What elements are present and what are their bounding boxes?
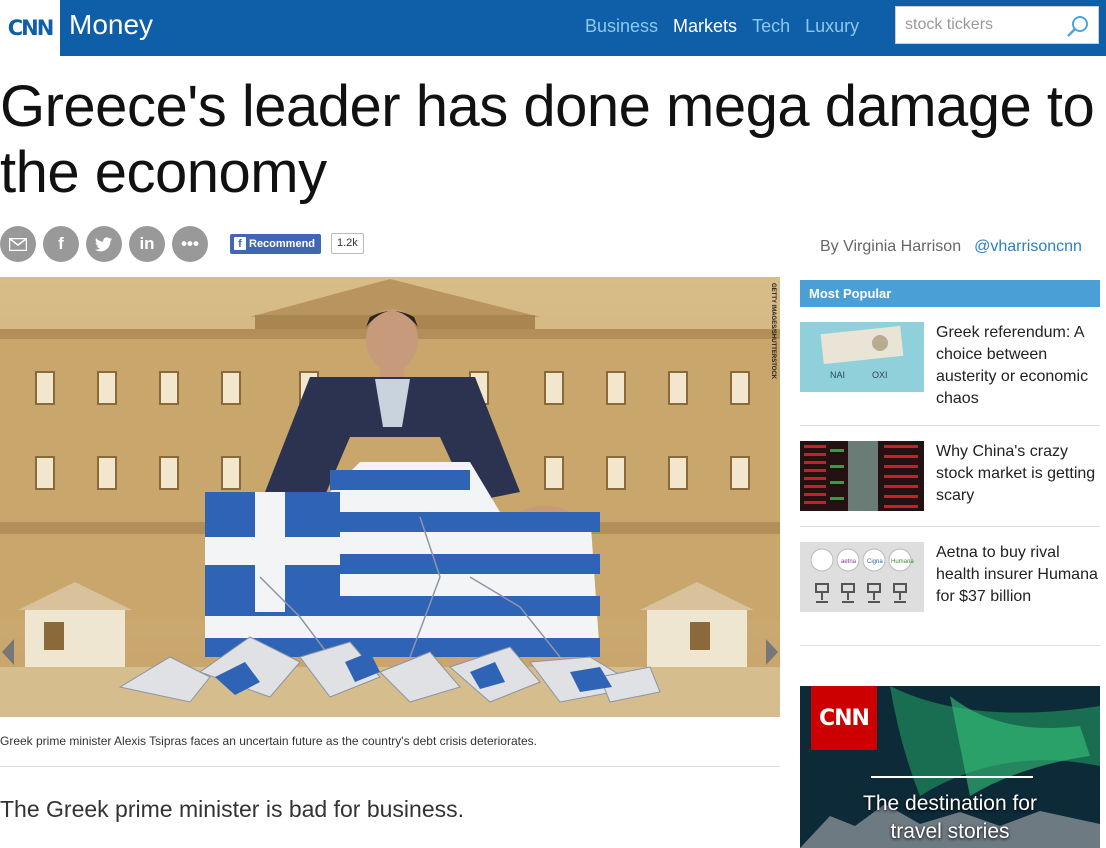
popular-item[interactable]: aetna Cigna Humana Aetna to buy rival he… — [800, 542, 1100, 612]
author-twitter-link[interactable]: @vharrisoncnn — [974, 238, 1082, 255]
search-box — [895, 6, 1099, 44]
image-caption: Greek prime minister Alexis Tsipras face… — [0, 734, 537, 748]
cnn-travel-ad[interactable]: CNN The destination for travel stories — [800, 686, 1100, 848]
popular-thumbnail[interactable]: NAI OXI — [800, 322, 924, 392]
ad-divider-line — [871, 776, 1033, 778]
main-nav: Business Markets Tech Luxury — [585, 16, 859, 37]
popular-divider — [800, 526, 1100, 527]
most-popular-header: Most Popular — [800, 280, 1100, 307]
popular-divider — [800, 425, 1100, 426]
article-lede: The Greek prime minister is bad for busi… — [0, 796, 465, 822]
author-name[interactable]: By Virginia Harrison — [820, 238, 961, 255]
thumb-cigna-label: Cigna — [867, 559, 883, 565]
cnn-logo[interactable]: CNN — [0, 0, 60, 56]
top-header-bar: CNN Money Business Markets Tech Luxury — [0, 0, 1106, 56]
twitter-icon[interactable] — [86, 226, 122, 262]
popular-item-title[interactable]: Aetna to buy rival health insurer Humana… — [936, 542, 1100, 612]
thumb-nai-label: NAI — [830, 370, 845, 380]
popular-item-title[interactable]: Why China's crazy stock market is gettin… — [936, 441, 1100, 511]
popular-item[interactable]: NAI OXI Greek referendum: A choice betwe… — [800, 322, 1100, 410]
chevron-left-icon[interactable] — [0, 637, 16, 667]
nav-business[interactable]: Business — [585, 16, 658, 37]
byline: By Virginia Harrison @vharrisoncnn — [820, 238, 1082, 256]
image-credit: GETTY IMAGES/SHUTTERSTOCK — [770, 283, 776, 380]
money-brand[interactable]: Money — [69, 9, 153, 41]
more-icon[interactable]: ••• — [172, 226, 208, 262]
thumb-aetna-label: aetna — [841, 559, 857, 565]
facebook-recommend-button[interactable]: Recommend — [230, 234, 322, 254]
share-buttons: f in ••• — [0, 226, 208, 262]
divider — [0, 766, 780, 767]
facebook-icon[interactable]: f — [43, 226, 79, 262]
hero-illustration — [0, 277, 780, 717]
ad-line-2: travel stories — [890, 820, 1010, 843]
thumb-humana-label: Humana — [891, 559, 914, 565]
nav-tech[interactable]: Tech — [752, 16, 790, 37]
popular-thumbnail[interactable] — [800, 441, 924, 511]
thumb-oxi-label: OXI — [872, 370, 888, 380]
facebook-count: 1.2k — [331, 233, 364, 254]
popular-thumbnail[interactable]: aetna Cigna Humana — [800, 542, 924, 612]
search-input[interactable] — [896, 7, 1061, 43]
search-icon[interactable] — [1066, 14, 1090, 38]
ad-tagline: The destination for travel stories — [800, 790, 1100, 846]
hero-image[interactable]: GETTY IMAGES/SHUTTERSTOCK — [0, 277, 780, 717]
cnn-logo-text: CNN — [7, 16, 55, 40]
nav-markets[interactable]: Markets — [673, 16, 737, 37]
article-headline: Greece's leader has done mega damage to … — [0, 74, 1095, 205]
popular-item-title[interactable]: Greek referendum: A choice between auste… — [936, 322, 1100, 410]
ad-line-1: The destination for — [863, 792, 1037, 815]
ad-cnn-logo: CNN — [811, 686, 877, 750]
linkedin-icon[interactable]: in — [129, 226, 165, 262]
popular-divider — [800, 645, 1100, 646]
email-icon[interactable] — [0, 226, 36, 262]
nav-luxury[interactable]: Luxury — [805, 16, 859, 37]
chevron-right-icon[interactable] — [764, 637, 780, 667]
popular-item[interactable]: Why China's crazy stock market is gettin… — [800, 441, 1100, 511]
